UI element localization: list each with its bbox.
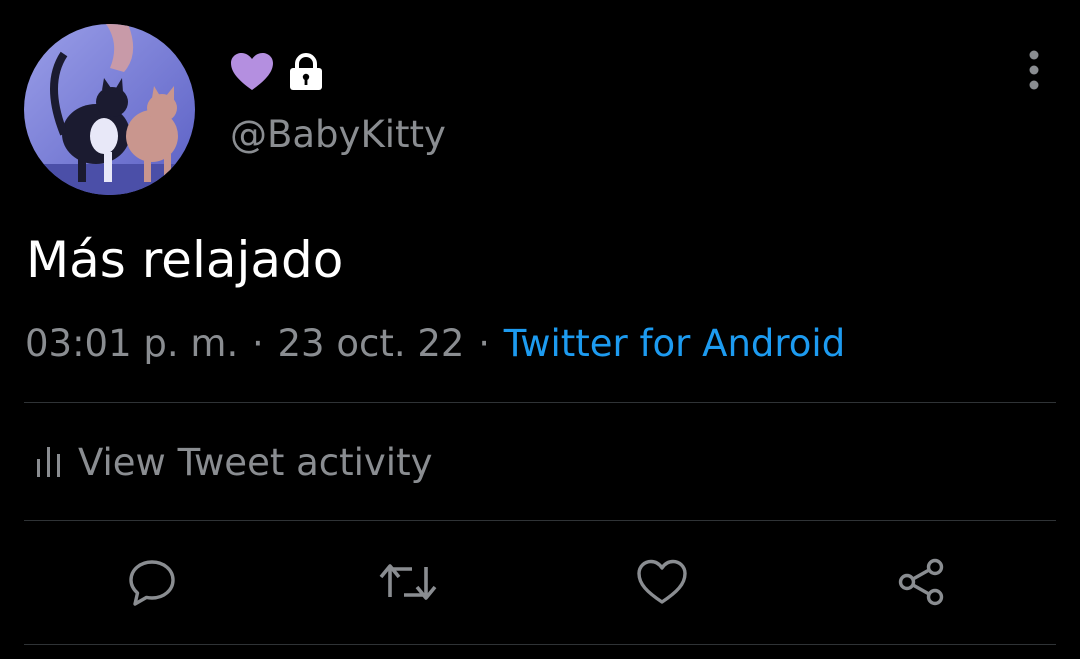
- activity-label: View Tweet activity: [78, 441, 433, 484]
- lock-icon: [288, 53, 324, 91]
- reply-icon: [127, 558, 177, 606]
- user-handle[interactable]: @BabyKitty: [230, 112, 446, 158]
- tweet-text: Más relajado: [26, 231, 344, 289]
- like-button[interactable]: [632, 552, 692, 612]
- divider: [24, 644, 1056, 645]
- retweet-button[interactable]: [378, 552, 438, 612]
- divider: [24, 402, 1056, 403]
- tweet-source-link[interactable]: Twitter for Android: [504, 322, 845, 365]
- share-button[interactable]: [891, 552, 951, 612]
- meta-separator: ·: [251, 322, 264, 365]
- purple-heart-icon: [230, 52, 274, 92]
- avatar[interactable]: [24, 24, 195, 195]
- display-name: [230, 52, 324, 92]
- share-icon: [896, 558, 946, 606]
- reply-button[interactable]: [122, 552, 182, 612]
- retweet-icon: [378, 559, 438, 605]
- tweet-time: 03:01 p. m.: [25, 322, 239, 365]
- like-icon: [635, 558, 689, 606]
- divider: [24, 520, 1056, 521]
- bar-chart-icon: [36, 444, 62, 482]
- view-tweet-activity-button[interactable]: View Tweet activity: [36, 438, 432, 488]
- meta-separator: ·: [478, 322, 490, 365]
- tweet-meta: 03:01 p. m. · 23 oct. 22 · Twitter for A…: [25, 320, 845, 368]
- more-options-icon[interactable]: [1016, 48, 1052, 94]
- avatar-image: [24, 24, 195, 195]
- tweet-date: 23 oct. 22: [277, 322, 465, 365]
